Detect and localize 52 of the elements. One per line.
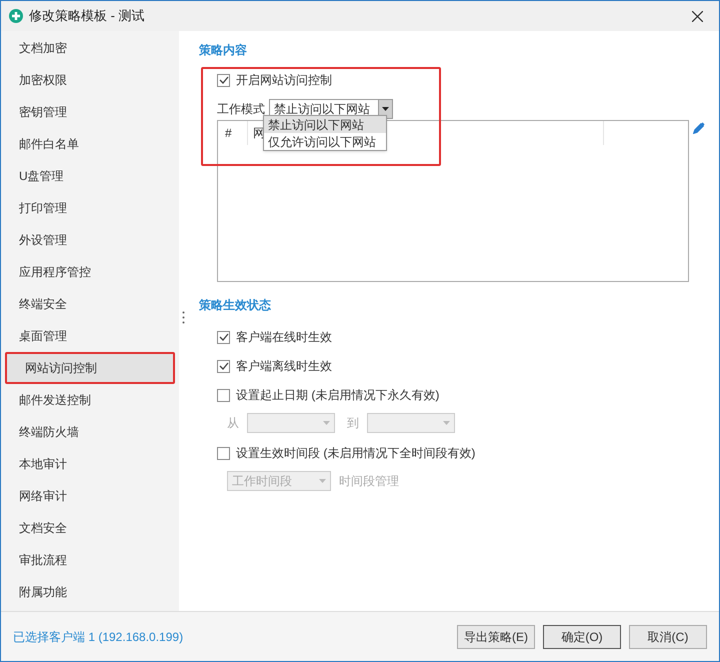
checkbox-label: 客户端在线时生效 <box>236 329 332 346</box>
sidebar-item[interactable]: 审批流程 <box>1 544 179 576</box>
sidebar-item[interactable]: 本地审计 <box>1 448 179 480</box>
dialog-button[interactable]: 确定(O) <box>543 624 621 648</box>
field-label: 到 <box>347 415 359 432</box>
edit-icon[interactable] <box>693 122 705 134</box>
sidebar-item[interactable]: 打印管理 <box>1 192 179 224</box>
checkbox[interactable] <box>217 74 230 86</box>
sidebar-item[interactable]: 网络审计 <box>1 480 179 512</box>
caret-icon <box>323 421 330 425</box>
caret-icon <box>319 479 326 483</box>
checkbox[interactable] <box>217 360 230 372</box>
checkbox[interactable] <box>217 446 230 460</box>
sidebar-item[interactable]: 文档安全 <box>1 512 179 544</box>
dialog-button[interactable]: 导出策略(E) <box>457 624 535 648</box>
sidebar-item[interactable]: 密钥管理 <box>1 96 179 128</box>
checkbox-label: 设置起止日期 (未启用情况下永久有效) <box>236 387 440 404</box>
sidebar-item[interactable]: 终端安全 <box>1 288 179 320</box>
checkbox[interactable] <box>217 388 230 402</box>
checkbox-label: 客户端离线时生效 <box>236 358 332 375</box>
status-text: 已选择客户端 1 (192.168.0.199) <box>13 628 184 646</box>
sidebar-item[interactable]: 文档加密 <box>1 32 179 64</box>
checkmark-icon <box>218 332 228 342</box>
window-title: 修改策略模板 - 测试 <box>29 7 145 26</box>
checkmark-icon <box>218 361 228 371</box>
sidebar-item[interactable]: 加密权限 <box>1 64 179 96</box>
sidebar-item[interactable]: 邮件白名单 <box>1 128 179 160</box>
close-icon[interactable] <box>692 10 703 22</box>
caret-icon <box>443 421 450 425</box>
checkbox[interactable] <box>217 330 230 344</box>
field-label: 从 <box>227 415 239 432</box>
caret-icon <box>382 107 389 111</box>
column-header: # <box>218 121 248 145</box>
splitter-grip-icon[interactable] <box>182 311 185 324</box>
section-heading: 策略内容 <box>199 42 248 59</box>
section-heading: 策略生效状态 <box>199 297 272 314</box>
dropdown-option[interactable]: 禁止访问以下网站 <box>264 116 386 133</box>
sidebar-item[interactable]: 桌面管理 <box>1 320 179 352</box>
checkmark-icon <box>218 75 228 85</box>
sidebar-item[interactable]: 附属功能 <box>1 576 179 608</box>
checkbox-label: 设置生效时间段 (未启用情况下全时间段有效) <box>236 445 476 462</box>
sidebar-item[interactable]: 终端防火墙 <box>1 416 179 448</box>
sidebar-item[interactable]: 外设管理 <box>1 224 179 256</box>
sidebar-item[interactable]: 应用程序管控 <box>1 256 179 288</box>
sidebar-item[interactable]: 网站访问控制 <box>5 352 175 384</box>
dialog-button[interactable]: 取消(C) <box>629 624 707 648</box>
checkbox-label: 开启网站访问控制 <box>236 72 332 89</box>
field-label: 工作模式 <box>217 101 265 118</box>
start-date-dropdown[interactable] <box>247 413 335 433</box>
sidebar-item[interactable]: 邮件发送控制 <box>1 384 179 416</box>
sidebar-item[interactable]: U盘管理 <box>1 160 179 192</box>
app-logo-icon <box>9 9 23 23</box>
